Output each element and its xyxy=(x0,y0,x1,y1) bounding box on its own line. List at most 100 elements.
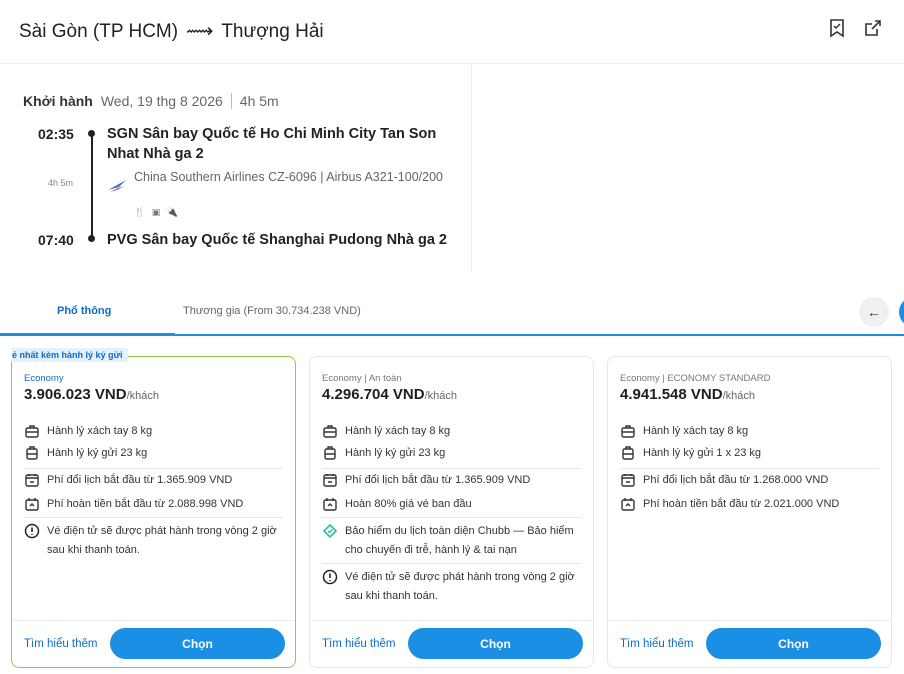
feature-text: Hành lý ký gửi 1 x 23 kg xyxy=(643,447,762,459)
divider xyxy=(24,517,283,518)
feature-text: Bảo hiểm du lịch toàn diện Chubb — Bảo h… xyxy=(345,525,574,556)
route-title: Sài Gòn (TP HCM) ⟿ Thượng Hải xyxy=(19,20,324,43)
flight-detail-panel: Khởi hành Wed, 19 thg 8 2026 4h 5m 02:35… xyxy=(0,64,472,272)
fare-card-safe[interactable]: Economy | An toàn 4.296.704 VND/khách Hà… xyxy=(309,356,594,668)
fare-class: Economy | An toàn xyxy=(322,373,402,384)
arrive-time: 07:40 xyxy=(38,232,74,248)
calendar-change-icon xyxy=(620,472,636,488)
feature-text: Hành lý xách tay 8 kg xyxy=(643,425,749,437)
departure-date: Wed, 19 thg 8 2026 xyxy=(101,93,232,109)
amenities-icons: 🍴 ▣ 🔌 xyxy=(134,207,180,217)
arrow-left-icon[interactable]: ← xyxy=(859,297,889,327)
feature-text: Phí hoàn tiền bắt đầu từ 2.021.000 VND xyxy=(643,498,840,510)
divider xyxy=(24,468,283,469)
feature-text: Phí đổi lịch bắt đầu từ 1.365.909 VND xyxy=(345,474,531,486)
feature-insurance: Bảo hiểm du lịch toàn diện Chubb — Bảo h… xyxy=(322,522,585,560)
page-header: Sài Gòn (TP HCM) ⟿ Thượng Hải xyxy=(0,0,904,64)
calendar-change-icon xyxy=(322,472,338,488)
card-footer: Tìm hiểu thêm Chọn xyxy=(12,620,295,667)
destination-city: Thượng Hải xyxy=(221,20,324,42)
checked-bag-icon xyxy=(24,445,40,461)
learn-more-link[interactable]: Tìm hiểu thêm xyxy=(322,638,396,650)
price-value: 4.296.704 VND xyxy=(322,386,425,403)
feature-text: Vé điện tử sẽ được phát hành trong vòng … xyxy=(47,525,277,556)
feature-cabin-bag: Hành lý xách tay 8 kg xyxy=(24,422,287,441)
price-unit: /khách xyxy=(126,390,159,402)
tab-business[interactable]: Thương gia (From 30.734.238 VND) xyxy=(183,287,361,334)
info-icon xyxy=(24,523,40,539)
feature-text: Hành lý xách tay 8 kg xyxy=(47,425,153,437)
feature-checked-bag: Hành lý ký gửi 1 x 23 kg xyxy=(620,444,883,463)
feature-text: Hành lý xách tay 8 kg xyxy=(345,425,451,437)
info-icon xyxy=(322,569,338,585)
price-unit: /khách xyxy=(722,390,755,402)
active-tab-indicator xyxy=(0,333,175,336)
feature-cabin-bag: Hành lý xách tay 8 kg xyxy=(322,422,585,441)
feature-reschedule: Phí đổi lịch bắt đầu từ 1.365.909 VND xyxy=(322,471,585,490)
divider xyxy=(322,517,581,518)
feature-refund: Phí hoàn tiền bắt đầu từ 2.088.998 VND xyxy=(24,495,287,514)
feature-eticket: Vé điện tử sẽ được phát hành trong vòng … xyxy=(24,522,287,560)
choose-button[interactable]: Chọn xyxy=(408,628,583,659)
cabin-bag-icon xyxy=(620,423,636,439)
choose-button[interactable]: Chọn xyxy=(706,628,881,659)
fare-price: 4.941.548 VND/khách xyxy=(620,386,755,403)
timeline-end-dot xyxy=(88,235,95,242)
tab-economy[interactable]: Phổ thông xyxy=(57,287,111,334)
cabin-bag-icon xyxy=(322,423,338,439)
fare-card-economy[interactable]: ẻ nhất kèm hành lý ký gửi Economy 3.906.… xyxy=(11,348,296,668)
segment-duration: 4h 5m xyxy=(48,178,74,188)
feature-text: Hoàn 80% giá vé ban đầu xyxy=(345,498,472,510)
fare-class: Economy xyxy=(24,373,64,384)
departure-row: Khởi hành Wed, 19 thg 8 2026 4h 5m xyxy=(23,93,279,109)
price-unit: /khách xyxy=(424,390,457,402)
feature-text: Hành lý ký gửi 23 kg xyxy=(47,447,148,459)
divider xyxy=(620,468,879,469)
feature-checked-bag: Hành lý ký gửi 23 kg xyxy=(24,444,287,463)
price-value: 3.906.023 VND xyxy=(24,386,127,403)
refund-icon xyxy=(322,496,338,512)
feature-refund: Phí hoàn tiền bắt đầu từ 2.021.000 VND xyxy=(620,495,883,514)
depart-airport: SGN Sân bay Quốc tế Ho Chi Minh City Tan… xyxy=(107,126,437,162)
feature-checked-bag: Hành lý ký gửi 23 kg xyxy=(322,444,585,463)
card-footer: Tìm hiểu thêm Chọn xyxy=(608,620,891,667)
fare-class: Economy | ECONOMY STANDARD xyxy=(620,373,771,384)
checked-bag-icon xyxy=(620,445,636,461)
fare-card-standard[interactable]: Economy | ECONOMY STANDARD 4.941.548 VND… xyxy=(607,356,892,668)
feature-refund: Hoàn 80% giá vé ban đầu xyxy=(322,495,585,514)
card-footer: Tìm hiểu thêm Chọn xyxy=(310,620,593,667)
feature-reschedule: Phí đổi lịch bắt đầu từ 1.365.909 VND xyxy=(24,471,287,490)
arrive-airport: PVG Sân bay Quốc tế Shanghai Pudong Nhà … xyxy=(107,232,447,248)
timeline-line xyxy=(91,133,93,239)
departure-label: Khởi hành xyxy=(23,93,93,109)
airline-info: China Southern Airlines CZ-6096 | Airbus… xyxy=(134,170,443,184)
depart-time: 02:35 xyxy=(38,126,74,142)
calendar-change-icon xyxy=(24,472,40,488)
cabin-bag-icon xyxy=(24,423,40,439)
feature-cabin-bag: Hành lý xách tay 8 kg xyxy=(620,422,883,441)
china-southern-logo-icon xyxy=(107,178,127,194)
feature-eticket: Vé điện tử sẽ được phát hành trong vòng … xyxy=(322,568,585,606)
refund-icon xyxy=(620,496,636,512)
learn-more-link[interactable]: Tìm hiểu thêm xyxy=(24,638,98,650)
feature-text: Hành lý ký gửi 23 kg xyxy=(345,447,446,459)
feature-text: Phí hoàn tiền bắt đầu từ 2.088.998 VND xyxy=(47,498,244,510)
choose-button[interactable]: Chọn xyxy=(110,628,285,659)
bookmark-icon[interactable] xyxy=(826,17,848,39)
feature-text: Phí đổi lịch bắt đầu từ 1.268.000 VND xyxy=(643,474,829,486)
share-icon[interactable] xyxy=(862,17,884,39)
total-duration: 4h 5m xyxy=(239,93,279,109)
refund-icon xyxy=(24,496,40,512)
feature-text: Phí đổi lịch bắt đầu từ 1.365.909 VND xyxy=(47,474,233,486)
feature-reschedule: Phí đổi lịch bắt đầu từ 1.268.000 VND xyxy=(620,471,883,490)
learn-more-link[interactable]: Tìm hiểu thêm xyxy=(620,638,694,650)
cabin-tabs: Phổ thông Thương gia (From 30.734.238 VN… xyxy=(0,287,904,336)
price-value: 4.941.548 VND xyxy=(620,386,723,403)
route-arrow-icon: ⟿ xyxy=(186,21,214,42)
fare-price: 3.906.023 VND/khách xyxy=(24,386,159,403)
fare-price: 4.296.704 VND/khách xyxy=(322,386,457,403)
feature-text: Vé điện tử sẽ được phát hành trong vòng … xyxy=(345,571,575,602)
origin-city: Sài Gòn (TP HCM) xyxy=(19,20,179,42)
best-deal-badge: ẻ nhất kèm hành lý ký gửi xyxy=(12,348,128,362)
divider xyxy=(322,468,581,469)
